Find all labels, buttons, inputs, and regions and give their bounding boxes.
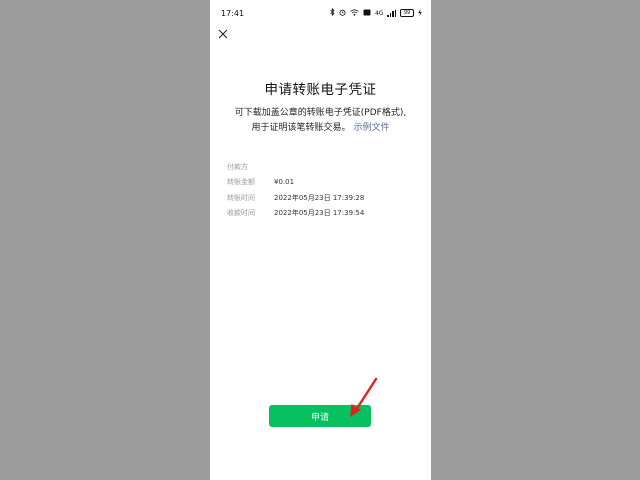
bluetooth-icon [330,7,335,18]
close-icon [218,29,228,39]
amount-label: 转账金额 [227,178,255,187]
info-row-transfer-time: 转账时间 2022年05月23日 17:39:28 [227,190,417,206]
transfer-time-value: 2022年05月23日 17:39:28 [274,193,365,202]
signal-icon [387,9,396,17]
receipt-time-label: 收款时间 [227,209,255,218]
info-row-amount: 转账金额 ¥0.01 [227,175,417,191]
payer-label: 付款方 [227,162,248,171]
description-text: 用于证明该笔转账交易。 [251,123,351,133]
info-row-payer: 付款方 [227,159,417,175]
amount-value: ¥0.01 [274,178,295,187]
battery-level: 99 [403,10,411,16]
charging-icon [418,8,422,18]
hd-icon [363,9,371,18]
wifi-icon [350,8,359,18]
transfer-time-label: 转账时间 [227,193,255,202]
description-line-2: 用于证明该笔转账交易。 示例文件 [220,121,421,136]
status-time: 17:41 [221,9,245,18]
receipt-time-value: 2022年05月23日 17:39:54 [274,209,365,218]
status-bar: 17:41 4G 99 [210,0,431,26]
sample-file-link[interactable]: 示例文件 [353,123,389,133]
battery-icon: 99 [400,9,414,17]
transfer-info: 付款方 转账金额 ¥0.01 转账时间 2022年05月23日 17:39:28… [227,159,417,221]
close-button[interactable] [215,26,231,42]
red-arrow-annotation [350,377,378,417]
status-icons: 4G 99 [330,7,422,18]
network-label: 4G [374,9,384,17]
phone-screen: 17:41 4G 99 申请转账电子凭证 可下载加盖公章的转账电子凭证(PDF格… [210,0,431,480]
info-row-receipt-time: 收款时间 2022年05月23日 17:39:54 [227,206,417,222]
description: 可下载加盖公章的转账电子凭证(PDF格式), 用于证明该笔转账交易。 示例文件 [220,106,421,136]
description-line-1: 可下载加盖公章的转账电子凭证(PDF格式), [234,108,407,118]
page-title: 申请转账电子凭证 [264,82,377,98]
alarm-icon [339,9,346,18]
